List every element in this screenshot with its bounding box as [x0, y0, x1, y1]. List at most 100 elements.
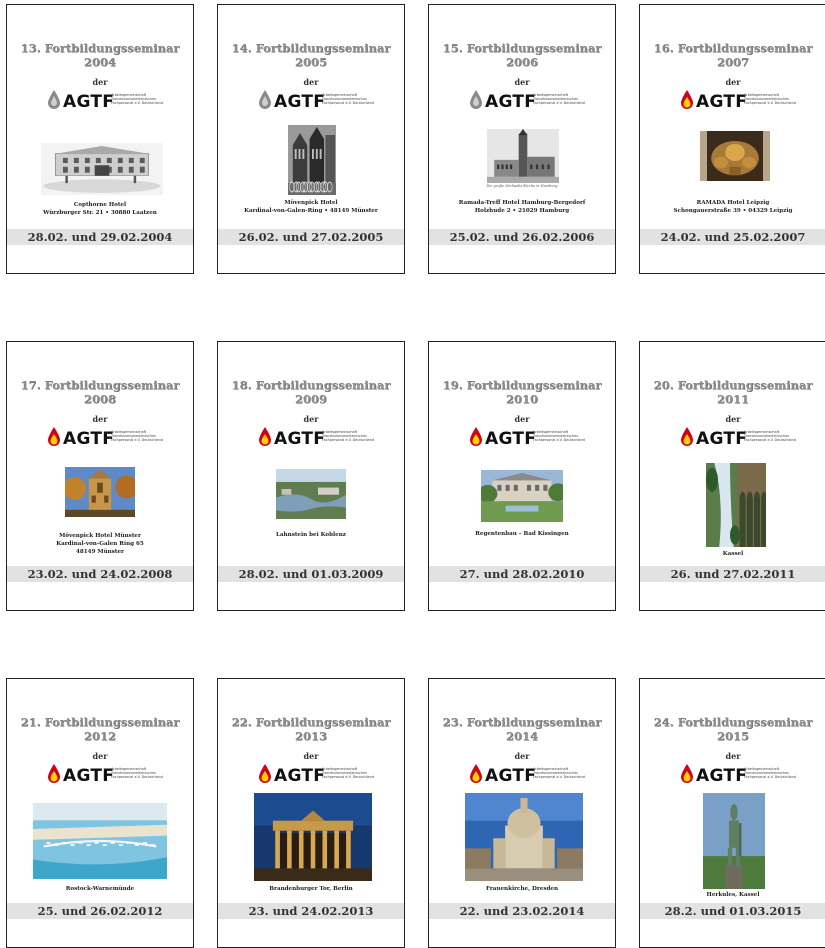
- seminar-card: 23. Fortbildungsseminar 2014 der AGTF Ar…: [428, 678, 616, 948]
- venue-caption-line: 48149 Münster: [76, 549, 124, 555]
- venue-caption-line: Kardinal-von-Galen-Ring • 48149 Münster: [244, 208, 378, 214]
- seminar-number-title: 14. Fortbildungsseminar: [231, 41, 391, 55]
- seminar-year: 2013: [294, 729, 327, 743]
- agtf-logo-text: AGTF: [696, 92, 748, 112]
- venue-caption: Rostock-Warnemünde: [7, 885, 193, 893]
- seminar-title: 21. Fortbildungsseminar 2012: [7, 715, 193, 743]
- seminar-title: 24. Fortbildungsseminar 2015: [640, 715, 825, 743]
- venue-caption-line: Schongauerstraße 39 • 04329 Leipzig: [673, 208, 793, 214]
- seminar-card: 19. Fortbildungsseminar 2010 der AGTF Ar…: [428, 341, 616, 611]
- venue-caption: Brandenburger Tor, Berlin: [218, 885, 404, 893]
- seminar-photo: [254, 793, 372, 881]
- agtf-logo-text: AGTF: [696, 429, 748, 449]
- venue-caption: Herkules, Kassel: [640, 891, 825, 899]
- venue-caption-line: Mövenpick Hotel: [284, 200, 338, 206]
- der-label: der: [725, 77, 741, 87]
- der-label: der: [514, 751, 530, 761]
- seminar-year: 2008: [83, 392, 116, 406]
- venue-caption-line: Lahnstein bei Koblenz: [276, 532, 346, 538]
- seminar-date: 23.02. und 24.02.2008: [27, 567, 173, 581]
- venue-caption: Copthorne Hotel Würzburger Str. 21 • 3088…: [7, 201, 193, 217]
- seminar-card: 21. Fortbildungsseminar 2012 der AGTF Ar…: [6, 678, 194, 948]
- seminar-card: 20. Fortbildungsseminar 2011 der AGTF Ar…: [639, 341, 825, 611]
- seminar-date-bar: 23. und 24.02.2013: [218, 903, 404, 919]
- agtf-logo-subtext: Arbeitsgemeinschaft Transfusionsmedizini…: [744, 93, 796, 105]
- seminar-date: 25. und 26.02.2012: [37, 904, 163, 918]
- seminar-photo: [487, 129, 559, 183]
- seminar-title: 20. Fortbildungsseminar 2011: [640, 378, 825, 406]
- seminar-photo: [65, 467, 135, 517]
- agtf-logo-subtext: Arbeitsgemeinschaft Transfusionsmedizini…: [533, 93, 585, 105]
- seminar-number-title: 19. Fortbildungsseminar: [442, 378, 602, 392]
- agtf-logo-text: AGTF: [485, 92, 537, 112]
- venue-caption: Lahnstein bei Koblenz: [218, 531, 404, 539]
- seminar-date: 28.02. und 01.03.2009: [238, 567, 384, 581]
- agtf-logo: AGTF Arbeitsgemeinschaft Transfusionsmed…: [469, 426, 589, 452]
- seminar-photo: [33, 803, 167, 879]
- agtf-logo-text: AGTF: [274, 429, 326, 449]
- venue-caption-line: Rostock-Warnemünde: [65, 886, 135, 892]
- agtf-logo: AGTF Arbeitsgemeinschaft Transfusionsmed…: [47, 89, 167, 115]
- agtf-logo: AGTF Arbeitsgemeinschaft Transfusionsmed…: [680, 426, 800, 452]
- seminar-date-bar: 25. und 26.02.2012: [7, 903, 193, 919]
- venue-caption: Kassel: [640, 550, 825, 558]
- venue-caption-line: Regentenbau – Bad Kissingen: [475, 531, 569, 537]
- agtf-logo-text: AGTF: [485, 766, 537, 786]
- seminar-title: 14. Fortbildungsseminar 2005: [218, 41, 404, 69]
- venue-caption-line: Copthorne Hotel: [73, 202, 127, 208]
- seminar-date: 27. und 28.02.2010: [459, 567, 585, 581]
- agtf-logo-text: AGTF: [274, 766, 326, 786]
- seminar-photo: [481, 470, 563, 522]
- seminar-number-title: 15. Fortbildungsseminar: [442, 41, 602, 55]
- venue-caption-line: Kassel: [722, 551, 744, 557]
- seminar-number-title: 24. Fortbildungsseminar: [653, 715, 813, 729]
- seminar-year: 2009: [294, 392, 327, 406]
- venue-caption-line: Brandenburger Tor, Berlin: [269, 886, 353, 892]
- der-label: der: [514, 77, 530, 87]
- der-label: der: [725, 751, 741, 761]
- venue-caption-line: Kardinal-von-Galen Ring 65: [56, 541, 144, 547]
- seminar-number-title: 13. Fortbildungsseminar: [20, 41, 180, 55]
- seminar-card: 14. Fortbildungsseminar 2005 der AGTF Ar…: [217, 4, 405, 274]
- agtf-logo-text: AGTF: [485, 429, 537, 449]
- seminar-year: 2012: [83, 729, 116, 743]
- agtf-logo: AGTF Arbeitsgemeinschaft Transfusionsmed…: [469, 89, 589, 115]
- seminar-date: 25.02. und 26.02.2006: [449, 230, 595, 244]
- der-label: der: [725, 414, 741, 424]
- seminar-date: 22. und 23.02.2014: [459, 904, 585, 918]
- seminar-title: 13. Fortbildungsseminar 2004: [7, 41, 193, 69]
- agtf-logo: AGTF Arbeitsgemeinschaft Transfusionsmed…: [47, 426, 167, 452]
- agtf-logo-subtext: Arbeitsgemeinschaft Transfusionsmedizini…: [744, 767, 796, 779]
- seminar-card: 24. Fortbildungsseminar 2015 der AGTF Ar…: [639, 678, 825, 948]
- photo-caption: Die große Michaelis-Kirche in Hamburg: [486, 184, 558, 188]
- der-label: der: [92, 77, 108, 87]
- seminar-date-bar: 28.02. und 01.03.2009: [218, 566, 404, 582]
- agtf-logo: AGTF Arbeitsgemeinschaft Transfusionsmed…: [680, 763, 800, 789]
- venue-caption: Mövenpick Hotel Kardinal-von-Galen-Ring •…: [218, 199, 404, 215]
- agtf-logo-text: AGTF: [63, 766, 115, 786]
- seminar-card: 15. Fortbildungsseminar 2006 der AGTF Ar…: [428, 4, 616, 274]
- agtf-logo-text: AGTF: [63, 92, 115, 112]
- seminar-photo: [465, 793, 583, 881]
- seminar-number-title: 21. Fortbildungsseminar: [20, 715, 180, 729]
- seminar-date: 28.2. und 01.03.2015: [664, 904, 802, 918]
- venue-caption-line: Mövenpick Hotel Münster: [59, 533, 141, 539]
- agtf-logo-subtext: Arbeitsgemeinschaft Transfusionsmedizini…: [111, 767, 163, 779]
- venue-caption: Mövenpick Hotel Münster Kardinal-von-Gale…: [7, 532, 193, 556]
- seminar-title: 16. Fortbildungsseminar 2007: [640, 41, 825, 69]
- seminar-date-bar: 26.02. und 27.02.2005: [218, 229, 404, 245]
- seminar-year: 2007: [716, 55, 749, 69]
- agtf-logo-subtext: Arbeitsgemeinschaft Transfusionsmedizini…: [533, 430, 585, 442]
- seminar-card: 17. Fortbildungsseminar 2008 der AGTF Ar…: [6, 341, 194, 611]
- seminar-number-title: 20. Fortbildungsseminar: [653, 378, 813, 392]
- seminar-year: 2006: [505, 55, 538, 69]
- der-label: der: [514, 414, 530, 424]
- seminar-number-title: 18. Fortbildungsseminar: [231, 378, 391, 392]
- agtf-logo: AGTF Arbeitsgemeinschaft Transfusionsmed…: [47, 763, 167, 789]
- seminar-photo: [276, 469, 346, 519]
- venue-caption-line: RAMADA Hotel Leipzig: [696, 200, 770, 206]
- agtf-logo: AGTF Arbeitsgemeinschaft Transfusionsmed…: [258, 763, 378, 789]
- seminar-year: 2005: [294, 55, 327, 69]
- seminar-date-bar: 26. und 27.02.2011: [640, 566, 825, 582]
- seminar-card: 13. Fortbildungsseminar 2004 der AGTF Ar…: [6, 4, 194, 274]
